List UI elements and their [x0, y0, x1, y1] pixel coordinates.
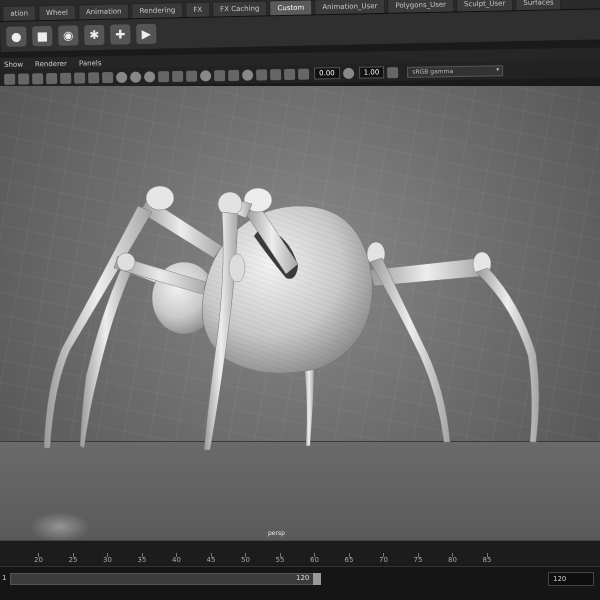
wireframe-icon[interactable]: [116, 71, 128, 83]
lights-icon[interactable]: [172, 70, 184, 82]
shelf-tab-7[interactable]: Animation_User: [314, 0, 386, 15]
smooth-shade-icon[interactable]: [130, 71, 142, 83]
shelf-tab-0[interactable]: ation: [2, 5, 37, 21]
isolate-select-icon[interactable]: [242, 69, 254, 81]
ambient-occlusion-icon[interactable]: [200, 69, 212, 82]
exposure-icon[interactable]: [298, 68, 310, 80]
camera-attributes-icon[interactable]: [18, 72, 30, 85]
joint-icon[interactable]: ✚: [110, 24, 131, 45]
motion-blur-icon[interactable]: [214, 69, 226, 81]
exposure-input[interactable]: 0.00: [314, 67, 340, 80]
time-tick-label: 65: [344, 556, 354, 564]
anti-alias-icon[interactable]: [228, 69, 240, 81]
time-tick-label: 70: [379, 556, 388, 564]
time-tick-label: 35: [137, 556, 147, 564]
select-camera-icon[interactable]: [4, 73, 16, 85]
menu-renderer[interactable]: Renderer: [35, 60, 67, 69]
time-tick-label: 25: [68, 556, 78, 564]
color-management-icon[interactable]: [387, 66, 399, 78]
range-start-label: 1: [2, 574, 7, 582]
record-icon[interactable]: ●: [6, 26, 27, 47]
shelf-tab-2[interactable]: Animation: [77, 3, 130, 20]
time-slider-ticks: 20 25 30 35 40 45 50 55 60 65 70 75 80 85: [0, 553, 600, 565]
shelf-tab-8[interactable]: Polygons_User: [387, 0, 455, 13]
range-slider-track[interactable]: [10, 573, 315, 585]
gate-mask-icon[interactable]: [102, 71, 114, 83]
backface-icon[interactable]: [284, 68, 296, 80]
cube-icon[interactable]: ■: [32, 25, 53, 47]
shelf-tab-1[interactable]: Wheel: [37, 4, 77, 21]
shelf-tab-6[interactable]: Custom: [269, 0, 313, 16]
resolution-gate-icon[interactable]: [88, 71, 100, 83]
xray-icon[interactable]: [256, 68, 268, 81]
wireframe-on-shaded-icon[interactable]: [144, 70, 156, 82]
film-gate-icon[interactable]: [74, 72, 86, 84]
range-end-input[interactable]: 120: [548, 572, 594, 586]
menu-panels[interactable]: Panels: [79, 59, 102, 67]
shadows-icon[interactable]: [186, 70, 198, 82]
range-slider-handle[interactable]: [313, 573, 321, 585]
gamma-input[interactable]: 1.00: [358, 66, 385, 79]
spider-model[interactable]: [0, 86, 600, 540]
time-slider[interactable]: 20 25 30 35 40 45 50 55 60 65 70 75 80 85: [0, 540, 600, 564]
range-end-label: 120: [296, 574, 310, 582]
time-tick-label: 55: [275, 556, 285, 564]
time-tick-label: 75: [413, 556, 423, 564]
gear-icon[interactable]: ✱: [84, 24, 105, 46]
textured-icon[interactable]: [158, 70, 170, 82]
screen-glare: [30, 512, 90, 540]
time-tick-label: 45: [206, 556, 216, 564]
grid-icon[interactable]: [60, 72, 72, 84]
viewport-3d[interactable]: persp: [0, 86, 600, 540]
camera-icon[interactable]: ▶: [136, 23, 157, 45]
time-tick-label: 40: [172, 556, 181, 564]
image-plane-icon[interactable]: [46, 72, 58, 84]
xray-joints-icon[interactable]: [270, 68, 282, 80]
bookmark-icon[interactable]: [32, 72, 44, 84]
time-tick-label: 50: [241, 556, 250, 564]
shelf-tab-10[interactable]: Surfaces: [515, 0, 562, 11]
shelf-tab-3[interactable]: Rendering: [131, 2, 184, 19]
shelf-tab-4[interactable]: FX: [185, 1, 211, 18]
time-tick-label: 30: [103, 556, 112, 564]
shelf-tab-5[interactable]: FX Caching: [211, 0, 268, 17]
sphere-icon[interactable]: ◉: [58, 25, 79, 46]
time-tick-label: 85: [482, 556, 492, 564]
time-tick-label: 80: [448, 556, 457, 564]
range-slider-bar: 1 120 120: [0, 566, 600, 600]
gamma-icon[interactable]: [342, 67, 354, 79]
menu-show[interactable]: Show: [4, 61, 23, 69]
camera-name-label: persp: [268, 530, 285, 537]
time-tick-label: 20: [34, 556, 43, 564]
shelf-tab-9[interactable]: Sculpt_User: [455, 0, 514, 12]
time-tick-label: 60: [310, 556, 319, 564]
color-space-dropdown[interactable]: sRGB gamma: [407, 64, 504, 78]
